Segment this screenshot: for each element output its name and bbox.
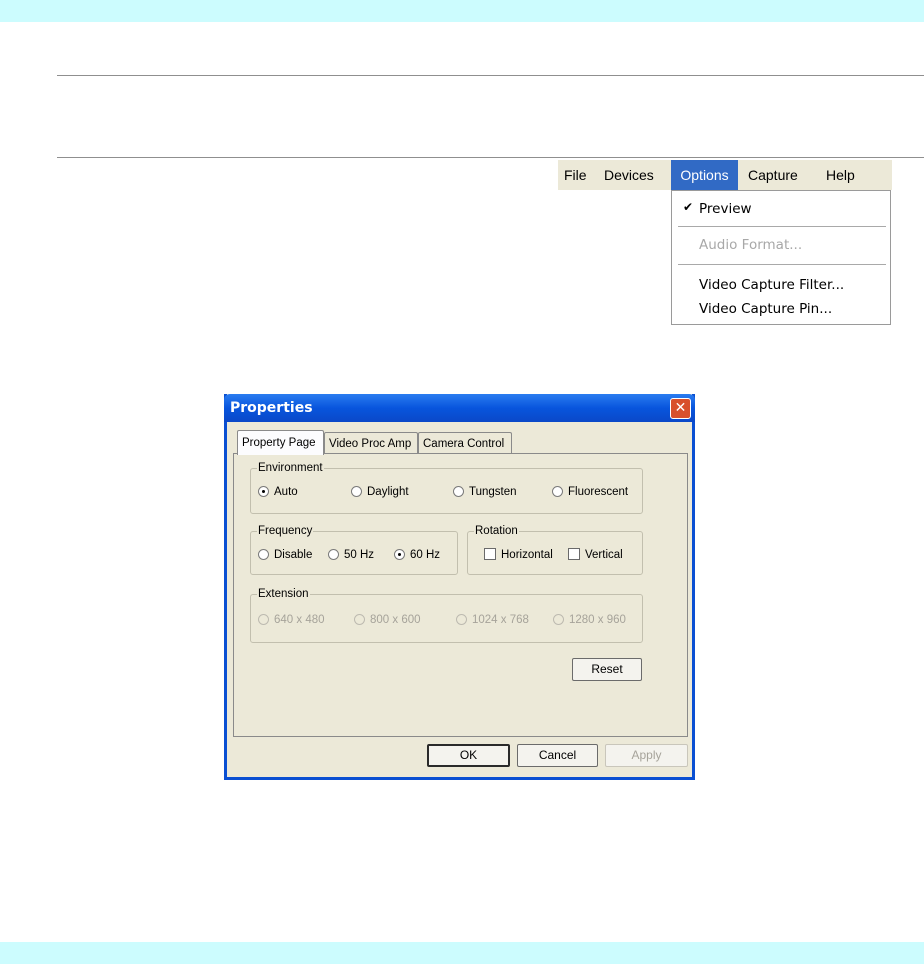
apply-button: Apply — [605, 744, 688, 767]
radio-icon — [258, 614, 269, 625]
environment-fluorescent-label: Fluorescent — [568, 486, 629, 498]
frequency-disable-radio[interactable]: Disable — [258, 548, 312, 562]
menu-help[interactable]: Help — [822, 160, 859, 190]
extension-800x600-label: 800 x 600 — [370, 614, 421, 626]
extension-800x600-radio: 800 x 600 — [354, 613, 421, 627]
checkbox-icon — [484, 548, 496, 560]
radio-icon — [351, 486, 362, 497]
radio-icon — [394, 549, 405, 560]
extension-640x480-label: 640 x 480 — [274, 614, 325, 626]
bottom-band — [0, 942, 924, 964]
radio-icon — [328, 549, 339, 560]
extension-1024x768-radio: 1024 x 768 — [456, 613, 529, 627]
radio-icon — [258, 549, 269, 560]
menu-item-video-capture-filter[interactable]: Video Capture Filter... — [699, 275, 844, 295]
frequency-60hz-radio[interactable]: 60 Hz — [394, 548, 440, 562]
environment-auto-radio[interactable]: Auto — [258, 485, 298, 499]
rotation-vertical-checkbox[interactable]: Vertical — [568, 548, 623, 562]
dialog-title: Properties — [230, 400, 313, 416]
menu-file[interactable]: File — [560, 160, 591, 190]
menu-item-preview[interactable]: Preview — [699, 199, 752, 219]
rotation-label: Rotation — [475, 525, 518, 537]
divider-line-top — [57, 75, 924, 76]
environment-daylight-label: Daylight — [367, 486, 409, 498]
menu-bar: File Devices Options Capture Help — [558, 160, 892, 190]
rotation-horizontal-label: Horizontal — [501, 549, 553, 561]
radio-icon — [552, 486, 563, 497]
menu-options[interactable]: Options — [671, 160, 738, 190]
environment-tungsten-radio[interactable]: Tungsten — [453, 485, 517, 499]
menu-separator — [678, 264, 886, 265]
divider-line-bottom — [57, 157, 924, 158]
top-band — [0, 0, 924, 22]
properties-dialog: Properties ✕ Property Page Video Proc Am… — [224, 394, 695, 780]
menu-capture[interactable]: Capture — [744, 160, 802, 190]
reset-button[interactable]: Reset — [572, 658, 642, 681]
tab-panel: Environment Auto Daylight Tungsten Fluor… — [233, 453, 688, 737]
rotation-vertical-label: Vertical — [585, 549, 623, 561]
cancel-button[interactable]: Cancel — [517, 744, 598, 767]
extension-1280x960-label: 1280 x 960 — [569, 614, 626, 626]
tab-camera-control[interactable]: Camera Control — [418, 432, 512, 454]
checkmark-icon: ✔ — [683, 200, 694, 214]
frequency-60hz-label: 60 Hz — [410, 549, 441, 561]
tab-property-page[interactable]: Property Page — [237, 430, 324, 455]
menu-devices[interactable]: Devices — [600, 160, 658, 190]
environment-daylight-radio[interactable]: Daylight — [351, 485, 409, 499]
tab-video-proc-amp[interactable]: Video Proc Amp — [324, 432, 418, 454]
checkbox-icon — [568, 548, 580, 560]
radio-icon — [258, 486, 269, 497]
extension-640x480-radio: 640 x 480 — [258, 613, 325, 627]
frequency-50hz-label: 50 Hz — [344, 549, 375, 561]
options-dropdown-menu: ✔ Preview Audio Format... Video Capture … — [671, 190, 891, 325]
menu-item-video-capture-pin[interactable]: Video Capture Pin... — [699, 299, 832, 319]
radio-icon — [553, 614, 564, 625]
dialog-titlebar[interactable]: Properties ✕ — [224, 394, 695, 422]
environment-label: Environment — [258, 462, 323, 474]
extension-label: Extension — [258, 588, 309, 600]
environment-fluorescent-radio[interactable]: Fluorescent — [552, 485, 628, 499]
rotation-horizontal-checkbox[interactable]: Horizontal — [484, 548, 553, 562]
extension-1280x960-radio: 1280 x 960 — [553, 613, 626, 627]
frequency-label: Frequency — [258, 525, 313, 537]
ok-button[interactable]: OK — [427, 744, 510, 767]
radio-icon — [354, 614, 365, 625]
frequency-50hz-radio[interactable]: 50 Hz — [328, 548, 374, 562]
environment-auto-label: Auto — [274, 486, 298, 498]
frequency-disable-label: Disable — [274, 549, 313, 561]
environment-tungsten-label: Tungsten — [469, 486, 517, 498]
extension-1024x768-label: 1024 x 768 — [472, 614, 529, 626]
close-icon[interactable]: ✕ — [670, 398, 691, 419]
radio-icon — [453, 486, 464, 497]
radio-icon — [456, 614, 467, 625]
menu-item-audio-format: Audio Format... — [699, 237, 803, 253]
menu-separator — [678, 226, 886, 227]
